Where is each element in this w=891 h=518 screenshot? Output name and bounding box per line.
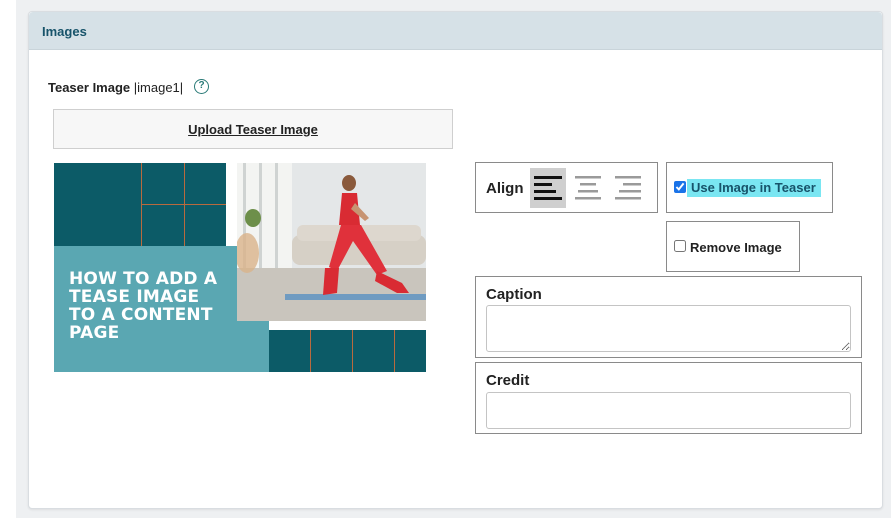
- caption-group: Caption: [475, 276, 862, 358]
- use-image-in-teaser-group: Use Image in Teaser: [666, 162, 833, 213]
- align-group: Align: [475, 162, 658, 213]
- teaser-headline: HOW TO ADD A TEASE IMAGE TO A CONTENT PA…: [69, 269, 218, 343]
- teaser-image-token: |image1|: [133, 80, 184, 95]
- credit-group: Credit: [475, 362, 862, 434]
- caption-label: Caption: [486, 286, 542, 303]
- help-circle-icon[interactable]: ?: [194, 79, 209, 94]
- use-image-in-teaser-label[interactable]: Use Image in Teaser: [687, 179, 821, 197]
- teaser-grid-line: [310, 330, 311, 372]
- credit-label: Credit: [486, 372, 530, 389]
- align-label: Align: [486, 180, 524, 197]
- align-center-icon[interactable]: [570, 168, 606, 208]
- teaser-image-preview: HOW TO ADD A TEASE IMAGE TO A CONTENT PA…: [54, 163, 426, 372]
- remove-image-group: Remove Image: [666, 221, 800, 272]
- upload-teaser-image-button[interactable]: Upload Teaser Image: [53, 109, 453, 149]
- use-image-in-teaser-checkbox[interactable]: [674, 181, 686, 193]
- caption-textarea[interactable]: [486, 305, 851, 352]
- teaser-dark-block-bottom: [269, 330, 426, 372]
- remove-image-label[interactable]: Remove Image: [690, 240, 782, 255]
- teaser-image-label: Teaser Image: [48, 80, 131, 95]
- panel-header[interactable]: Images: [29, 12, 882, 50]
- teaser-photo: [237, 163, 426, 321]
- teaser-grid-line: [394, 330, 395, 372]
- remove-image-checkbox[interactable]: [674, 240, 686, 252]
- align-right-icon[interactable]: [610, 168, 646, 208]
- teaser-image-field-label: Teaser Image |image1|: [48, 80, 183, 95]
- credit-input[interactable]: [486, 392, 851, 429]
- teaser-grid-line: [141, 204, 226, 205]
- teaser-grid-line: [352, 330, 353, 372]
- panel-title: Images: [42, 24, 87, 39]
- align-left-icon[interactable]: [530, 168, 566, 208]
- images-panel: Images Teaser Image |image1| ? Upload Te…: [28, 11, 883, 509]
